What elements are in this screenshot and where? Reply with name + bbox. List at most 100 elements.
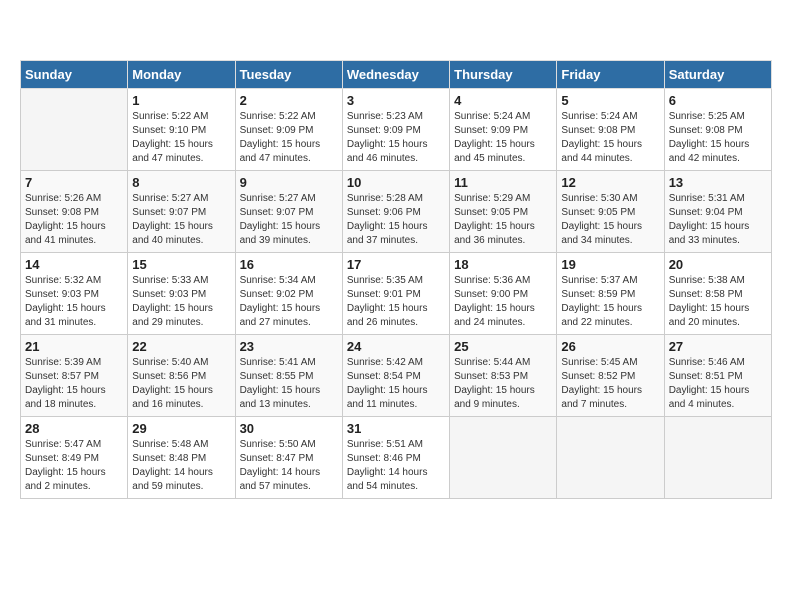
calendar-cell: 19 Sunrise: 5:37 AM Sunset: 8:59 PM Dayli… bbox=[557, 253, 664, 335]
day-info: Sunrise: 5:22 AM Sunset: 9:10 PM Dayligh… bbox=[132, 110, 230, 166]
day-info: Sunrise: 5:39 AM Sunset: 8:57 PM Dayligh… bbox=[25, 356, 123, 412]
day-info: Sunrise: 5:32 AM Sunset: 9:03 PM Dayligh… bbox=[25, 274, 123, 330]
header-sunday: Sunday bbox=[21, 61, 128, 89]
logo bbox=[20, 20, 54, 50]
day-number: 27 bbox=[669, 339, 767, 354]
day-info: Sunrise: 5:37 AM Sunset: 8:59 PM Dayligh… bbox=[561, 274, 659, 330]
day-number: 29 bbox=[132, 421, 230, 436]
calendar-week-3: 14Sunrise: 5:32 AM Sunset: 9:03 PM Dayli… bbox=[21, 253, 772, 335]
day-number: 16 bbox=[240, 257, 338, 272]
day-number: 22 bbox=[132, 339, 230, 354]
header-tuesday: Tuesday bbox=[235, 61, 342, 89]
calendar-cell: 9Sunrise: 5:27 AM Sunset: 9:07 PM Daylig… bbox=[235, 171, 342, 253]
calendar-cell: 25Sunrise: 5:44 AM Sunset: 8:53 PM Dayli… bbox=[450, 335, 557, 417]
day-info: Sunrise: 5:36 AM Sunset: 9:00 PM Dayligh… bbox=[454, 274, 552, 330]
calendar-cell: 13 Sunrise: 5:31 AM Sunset: 9:04 PM Dayli… bbox=[664, 171, 771, 253]
calendar-cell: 15 Sunrise: 5:33 AM Sunset: 9:03 PM Dayli… bbox=[128, 253, 235, 335]
day-info: Sunrise: 5:42 AM Sunset: 8:54 PM Dayligh… bbox=[347, 356, 445, 412]
calendar-cell bbox=[664, 417, 771, 499]
day-number: 6 bbox=[669, 93, 767, 108]
day-number: 2 bbox=[240, 93, 338, 108]
calendar-cell: 18 Sunrise: 5:36 AM Sunset: 9:00 PM Dayli… bbox=[450, 253, 557, 335]
calendar-cell: 10 Sunrise: 5:28 AM Sunset: 9:06 PM Dayli… bbox=[342, 171, 449, 253]
day-info: Sunrise: 5:50 AM Sunset: 8:47 PM Dayligh… bbox=[240, 438, 338, 494]
day-number: 21 bbox=[25, 339, 123, 354]
day-info: Sunrise: 5:22 AM Sunset: 9:09 PM Dayligh… bbox=[240, 110, 338, 166]
day-number: 11 bbox=[454, 175, 552, 190]
calendar-cell: 22 Sunrise: 5:40 AM Sunset: 8:56 PM Dayli… bbox=[128, 335, 235, 417]
day-number: 5 bbox=[561, 93, 659, 108]
day-info: Sunrise: 5:35 AM Sunset: 9:01 PM Dayligh… bbox=[347, 274, 445, 330]
day-info: Sunrise: 5:34 AM Sunset: 9:02 PM Dayligh… bbox=[240, 274, 338, 330]
day-number: 13 bbox=[669, 175, 767, 190]
day-info: Sunrise: 5:25 AM Sunset: 9:08 PM Dayligh… bbox=[669, 110, 767, 166]
day-info: Sunrise: 5:29 AM Sunset: 9:05 PM Dayligh… bbox=[454, 192, 552, 248]
calendar-cell bbox=[21, 89, 128, 171]
day-number: 25 bbox=[454, 339, 552, 354]
calendar-cell: 27 Sunrise: 5:46 AM Sunset: 8:51 PM Dayli… bbox=[664, 335, 771, 417]
day-number: 18 bbox=[454, 257, 552, 272]
day-info: Sunrise: 5:27 AM Sunset: 9:07 PM Dayligh… bbox=[132, 192, 230, 248]
day-info: Sunrise: 5:26 AM Sunset: 9:08 PM Dayligh… bbox=[25, 192, 123, 248]
calendar-cell bbox=[450, 417, 557, 499]
calendar-week-4: 21 Sunrise: 5:39 AM Sunset: 8:57 PM Dayli… bbox=[21, 335, 772, 417]
header-wednesday: Wednesday bbox=[342, 61, 449, 89]
calendar-cell: 26 Sunrise: 5:45 AM Sunset: 8:52 PM Dayli… bbox=[557, 335, 664, 417]
calendar-cell: 20Sunrise: 5:38 AM Sunset: 8:58 PM Dayli… bbox=[664, 253, 771, 335]
day-number: 31 bbox=[347, 421, 445, 436]
calendar-week-5: 28Sunrise: 5:47 AM Sunset: 8:49 PM Dayli… bbox=[21, 417, 772, 499]
calendar-week-2: 7Sunrise: 5:26 AM Sunset: 9:08 PM Daylig… bbox=[21, 171, 772, 253]
logo-icon bbox=[20, 20, 50, 50]
calendar-cell: 8 Sunrise: 5:27 AM Sunset: 9:07 PM Daylig… bbox=[128, 171, 235, 253]
calendar-cell: 1 Sunrise: 5:22 AM Sunset: 9:10 PM Daylig… bbox=[128, 89, 235, 171]
calendar-cell: 14Sunrise: 5:32 AM Sunset: 9:03 PM Dayli… bbox=[21, 253, 128, 335]
calendar-cell: 12Sunrise: 5:30 AM Sunset: 9:05 PM Dayli… bbox=[557, 171, 664, 253]
calendar-cell: 17 Sunrise: 5:35 AM Sunset: 9:01 PM Dayli… bbox=[342, 253, 449, 335]
day-number: 19 bbox=[561, 257, 659, 272]
day-number: 4 bbox=[454, 93, 552, 108]
calendar-cell: 3Sunrise: 5:23 AM Sunset: 9:09 PM Daylig… bbox=[342, 89, 449, 171]
day-number: 9 bbox=[240, 175, 338, 190]
day-number: 28 bbox=[25, 421, 123, 436]
day-number: 23 bbox=[240, 339, 338, 354]
calendar-cell: 28Sunrise: 5:47 AM Sunset: 8:49 PM Dayli… bbox=[21, 417, 128, 499]
calendar-cell: 21 Sunrise: 5:39 AM Sunset: 8:57 PM Dayli… bbox=[21, 335, 128, 417]
day-info: Sunrise: 5:45 AM Sunset: 8:52 PM Dayligh… bbox=[561, 356, 659, 412]
calendar-week-1: 1 Sunrise: 5:22 AM Sunset: 9:10 PM Daylig… bbox=[21, 89, 772, 171]
day-info: Sunrise: 5:51 AM Sunset: 8:46 PM Dayligh… bbox=[347, 438, 445, 494]
day-info: Sunrise: 5:33 AM Sunset: 9:03 PM Dayligh… bbox=[132, 274, 230, 330]
day-info: Sunrise: 5:24 AM Sunset: 9:08 PM Dayligh… bbox=[561, 110, 659, 166]
calendar-cell: 16 Sunrise: 5:34 AM Sunset: 9:02 PM Dayli… bbox=[235, 253, 342, 335]
day-number: 26 bbox=[561, 339, 659, 354]
day-number: 1 bbox=[132, 93, 230, 108]
calendar-cell: 30 Sunrise: 5:50 AM Sunset: 8:47 PM Dayli… bbox=[235, 417, 342, 499]
calendar-cell: 6 Sunrise: 5:25 AM Sunset: 9:08 PM Daylig… bbox=[664, 89, 771, 171]
header-friday: Friday bbox=[557, 61, 664, 89]
calendar-cell bbox=[557, 417, 664, 499]
calendar-cell: 4Sunrise: 5:24 AM Sunset: 9:09 PM Daylig… bbox=[450, 89, 557, 171]
calendar-header-row: SundayMondayTuesdayWednesdayThursdayFrid… bbox=[21, 61, 772, 89]
day-number: 17 bbox=[347, 257, 445, 272]
day-number: 8 bbox=[132, 175, 230, 190]
day-info: Sunrise: 5:41 AM Sunset: 8:55 PM Dayligh… bbox=[240, 356, 338, 412]
day-number: 30 bbox=[240, 421, 338, 436]
calendar-cell: 7Sunrise: 5:26 AM Sunset: 9:08 PM Daylig… bbox=[21, 171, 128, 253]
calendar-table: SundayMondayTuesdayWednesdayThursdayFrid… bbox=[20, 60, 772, 499]
day-number: 15 bbox=[132, 257, 230, 272]
day-number: 24 bbox=[347, 339, 445, 354]
header-saturday: Saturday bbox=[664, 61, 771, 89]
day-info: Sunrise: 5:28 AM Sunset: 9:06 PM Dayligh… bbox=[347, 192, 445, 248]
page-header bbox=[20, 20, 772, 50]
day-number: 20 bbox=[669, 257, 767, 272]
calendar-cell: 5 Sunrise: 5:24 AM Sunset: 9:08 PM Daylig… bbox=[557, 89, 664, 171]
day-info: Sunrise: 5:48 AM Sunset: 8:48 PM Dayligh… bbox=[132, 438, 230, 494]
day-info: Sunrise: 5:40 AM Sunset: 8:56 PM Dayligh… bbox=[132, 356, 230, 412]
day-number: 12 bbox=[561, 175, 659, 190]
header-thursday: Thursday bbox=[450, 61, 557, 89]
day-info: Sunrise: 5:31 AM Sunset: 9:04 PM Dayligh… bbox=[669, 192, 767, 248]
calendar-cell: 24 Sunrise: 5:42 AM Sunset: 8:54 PM Dayli… bbox=[342, 335, 449, 417]
day-info: Sunrise: 5:46 AM Sunset: 8:51 PM Dayligh… bbox=[669, 356, 767, 412]
calendar-cell: 23 Sunrise: 5:41 AM Sunset: 8:55 PM Dayli… bbox=[235, 335, 342, 417]
day-number: 10 bbox=[347, 175, 445, 190]
header-monday: Monday bbox=[128, 61, 235, 89]
